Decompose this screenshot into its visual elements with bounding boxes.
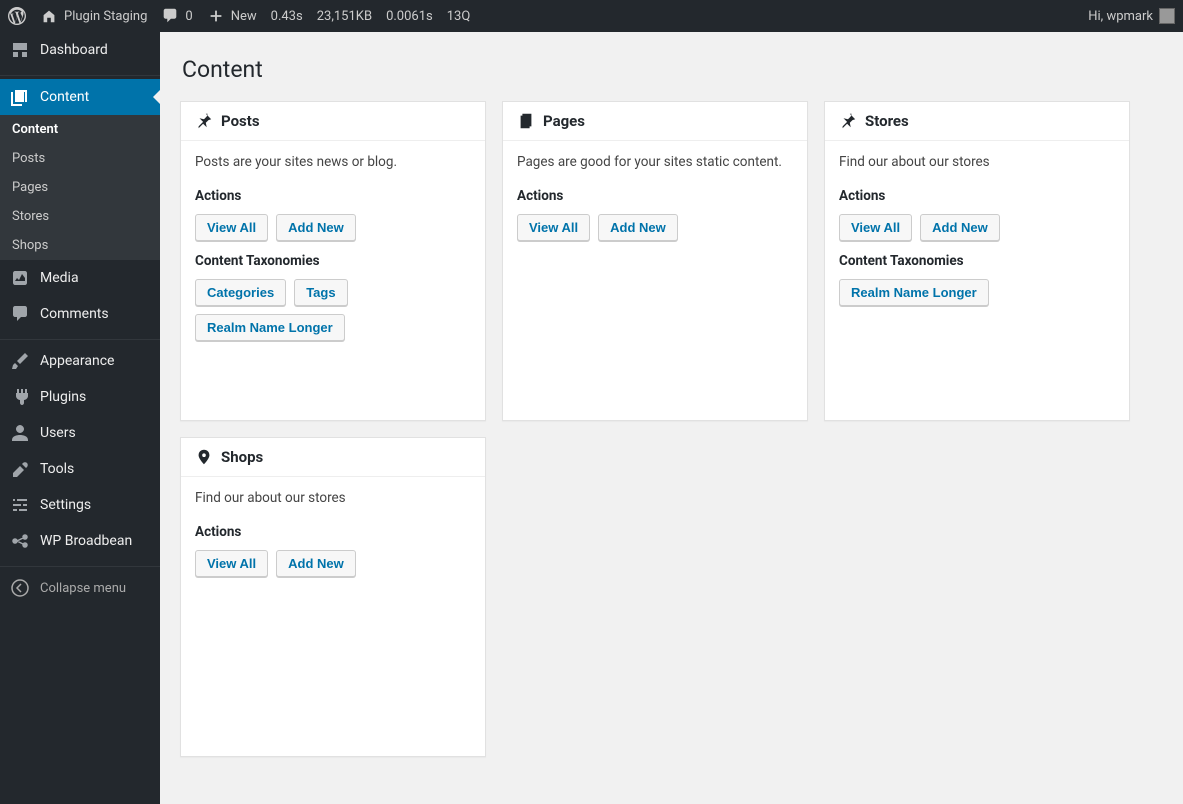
sidebar-item-settings[interactable]: Settings (0, 487, 160, 523)
page-title: Content (182, 56, 1163, 83)
sidebar-item-label: Users (40, 425, 76, 441)
card-description: Posts are your sites news or blog. (195, 153, 471, 172)
actions-heading: Actions (839, 188, 1115, 204)
sidebar-item-comments[interactable]: Comments (0, 296, 160, 332)
sidebar-submenu-content: Content Posts Pages Stores Shops (0, 115, 160, 260)
collapse-menu-button[interactable]: Collapse menu (0, 570, 160, 606)
metric-db-time[interactable]: 0.0061s (386, 9, 433, 24)
plus-icon (207, 7, 225, 25)
card-title: Posts (221, 112, 260, 130)
site-name-link[interactable]: Plugin Staging (40, 7, 147, 25)
sidebar-item-label: Comments (40, 306, 109, 322)
sidebar-item-users[interactable]: Users (0, 415, 160, 451)
metric-time[interactable]: 0.43s (271, 9, 303, 24)
add-new-button[interactable]: Add New (598, 214, 678, 241)
comment-icon (10, 304, 30, 324)
taxonomy-button-realm[interactable]: Realm Name Longer (195, 314, 345, 341)
taxonomies-heading: Content Taxonomies (839, 253, 1115, 269)
add-new-button[interactable]: Add New (920, 214, 1000, 241)
taxonomy-button-realm[interactable]: Realm Name Longer (839, 279, 989, 306)
plug-icon (10, 387, 30, 407)
collapse-icon (10, 578, 30, 598)
actions-heading: Actions (517, 188, 793, 204)
actions-heading: Actions (195, 188, 471, 204)
user-greeting[interactable]: Hi, wpmark (1088, 8, 1175, 24)
card-title: Stores (865, 112, 909, 130)
sidebar-item-wpbroadbean[interactable]: WP Broadbean (0, 523, 160, 559)
dashboard-icon (10, 40, 30, 60)
card-description: Find our about our stores (195, 489, 471, 508)
sidebar-item-dashboard[interactable]: Dashboard (0, 32, 160, 68)
content-cards-grid: Posts Posts are your sites news or blog.… (180, 101, 1163, 757)
sidebar-item-label: WP Broadbean (40, 533, 132, 549)
comments-count: 0 (185, 9, 192, 24)
admin-bar: Plugin Staging 0 New 0.43s 23,151KB 0.00… (0, 0, 1183, 32)
pushpin-icon (839, 112, 857, 130)
card-title: Pages (543, 112, 585, 130)
brush-icon (10, 351, 30, 371)
sidebar-item-label: Plugins (40, 389, 86, 405)
greeting-text: Hi, wpmark (1088, 9, 1153, 24)
taxonomy-button-categories[interactable]: Categories (195, 279, 286, 306)
view-all-button[interactable]: View All (195, 214, 268, 241)
admin-sidebar: Dashboard Content Content Posts Pages St… (0, 32, 160, 804)
card-description: Pages are good for your sites static con… (517, 153, 793, 172)
sidebar-item-label: Tools (40, 461, 74, 477)
home-icon (40, 7, 58, 25)
new-link[interactable]: New (207, 7, 257, 25)
pages-stack-icon (10, 87, 30, 107)
wrench-icon (10, 459, 30, 479)
map-pin-icon (195, 448, 213, 466)
media-icon (10, 268, 30, 288)
wordpress-icon (8, 7, 26, 25)
sidebar-subitem-shops[interactable]: Shops (0, 231, 160, 260)
card-description: Find our about our stores (839, 153, 1115, 172)
sidebar-item-media[interactable]: Media (0, 260, 160, 296)
user-icon (10, 423, 30, 443)
metric-queries[interactable]: 13Q (447, 9, 471, 24)
wp-logo[interactable] (8, 7, 26, 25)
share-icon (10, 531, 30, 551)
site-name-label: Plugin Staging (64, 9, 147, 24)
sidebar-item-label: Content (40, 89, 89, 105)
main-content: Content Posts Posts are your sites news … (160, 32, 1183, 804)
comment-bubble-icon (161, 7, 179, 25)
sidebar-item-label: Settings (40, 497, 91, 513)
pushpin-icon (195, 112, 213, 130)
sidebar-item-plugins[interactable]: Plugins (0, 379, 160, 415)
card-title: Shops (221, 448, 263, 466)
sidebar-item-label: Media (40, 270, 79, 286)
sidebar-subitem-pages[interactable]: Pages (0, 173, 160, 202)
sidebar-item-appearance[interactable]: Appearance (0, 343, 160, 379)
metric-memory[interactable]: 23,151KB (317, 9, 372, 24)
collapse-label: Collapse menu (40, 581, 126, 596)
avatar-icon (1159, 8, 1175, 24)
card-shops: Shops Find our about our stores Actions … (180, 437, 486, 757)
new-label: New (231, 9, 257, 24)
sidebar-item-label: Appearance (40, 353, 114, 369)
comments-link[interactable]: 0 (161, 7, 192, 25)
taxonomies-heading: Content Taxonomies (195, 253, 471, 269)
pages-stack-icon (517, 112, 535, 130)
view-all-button[interactable]: View All (839, 214, 912, 241)
sidebar-item-label: Dashboard (40, 42, 108, 58)
sidebar-item-content[interactable]: Content (0, 79, 160, 115)
sidebar-item-tools[interactable]: Tools (0, 451, 160, 487)
card-stores: Stores Find our about our stores Actions… (824, 101, 1130, 421)
sliders-icon (10, 495, 30, 515)
view-all-button[interactable]: View All (517, 214, 590, 241)
view-all-button[interactable]: View All (195, 550, 268, 577)
add-new-button[interactable]: Add New (276, 550, 356, 577)
actions-heading: Actions (195, 524, 471, 540)
sidebar-subitem-content[interactable]: Content (0, 115, 160, 144)
card-posts: Posts Posts are your sites news or blog.… (180, 101, 486, 421)
sidebar-subitem-stores[interactable]: Stores (0, 202, 160, 231)
taxonomy-button-tags[interactable]: Tags (294, 279, 347, 306)
card-pages: Pages Pages are good for your sites stat… (502, 101, 808, 421)
sidebar-subitem-posts[interactable]: Posts (0, 144, 160, 173)
add-new-button[interactable]: Add New (276, 214, 356, 241)
